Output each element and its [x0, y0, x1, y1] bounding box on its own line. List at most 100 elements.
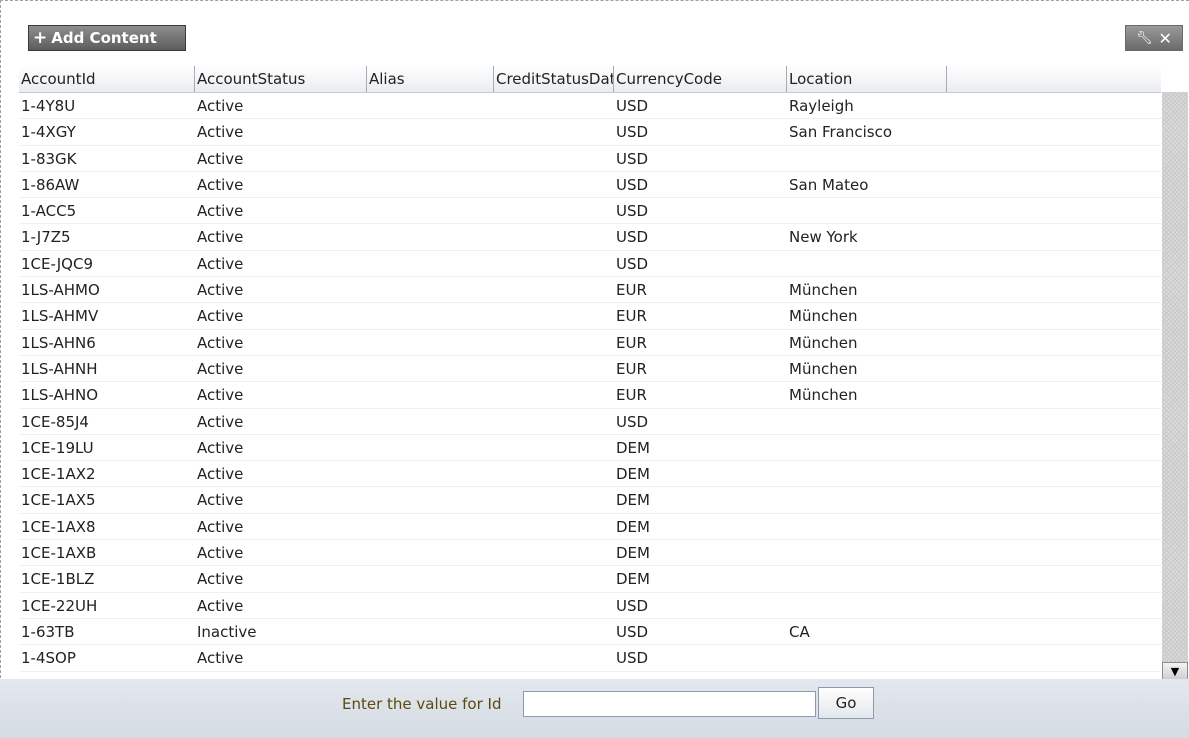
table-cell: 1-J7Z5 — [21, 228, 71, 247]
table-cell — [367, 435, 495, 460]
table-cell — [787, 645, 949, 670]
table-cell — [947, 119, 1163, 144]
table-cell — [787, 487, 949, 512]
table-cell: USD — [616, 649, 649, 668]
table-cell — [494, 356, 616, 381]
table-cell: USD — [616, 202, 649, 221]
table-row[interactable]: 1LS-AHMV Active EUR München — [19, 303, 1161, 330]
table-row[interactable]: 1CE-1AX5 Active DEM — [19, 487, 1163, 514]
table-cell — [947, 251, 1163, 276]
table-cell: Active — [197, 465, 244, 484]
table-row[interactable]: 1CE-22UH Active USD — [19, 593, 1161, 619]
table-cell: DEM — [616, 465, 650, 484]
column-header-creditstatusdate[interactable]: CreditStatusDate — [494, 66, 614, 92]
table-row[interactable]: 1-4XGY Active USD San Francisco — [19, 119, 1163, 146]
arrow-down-icon[interactable]: ▼ — [1162, 662, 1188, 680]
table-cell — [367, 619, 495, 644]
table-cell — [494, 593, 616, 618]
vertical-scrollbar[interactable] — [1162, 92, 1188, 674]
table-cell — [367, 119, 495, 144]
table-cell: Active — [197, 596, 244, 615]
table-cell: EUR — [616, 386, 647, 405]
table-cell — [494, 303, 616, 328]
table-row[interactable]: 1LS-AHNO Active EUR München — [19, 382, 1161, 409]
table-row[interactable]: 1-ACC5 Active USD — [19, 198, 1161, 225]
table-cell: 1CE-19LU — [21, 438, 94, 457]
table-cell: Active — [197, 123, 244, 142]
table-cell: Active — [197, 202, 244, 221]
id-input[interactable] — [523, 691, 816, 717]
wrench-icon[interactable]: 🔧︎ — [1136, 31, 1153, 46]
table-cell: 1CE-1AX2 — [21, 465, 96, 484]
table-cell — [787, 514, 949, 539]
table-cell: Active — [197, 333, 244, 352]
table-row[interactable]: 1CE-85J4 Active USD — [19, 409, 1161, 435]
table-row[interactable]: 1LS-AHMO Active EUR München — [19, 277, 1163, 304]
table-cell: 1-4XGY — [21, 123, 76, 142]
table-row[interactable]: 1CE-1AX8 Active DEM — [19, 514, 1161, 541]
column-header-location[interactable]: Location — [787, 66, 947, 92]
table-row[interactable]: 1-86AW Active USD San Mateo — [19, 172, 1161, 199]
table-cell: Active — [197, 517, 244, 536]
table-cell: DEM — [616, 517, 650, 536]
table-cell: Active — [197, 544, 244, 563]
table-cell — [494, 251, 616, 276]
column-header-filler — [947, 66, 1161, 92]
table-cell: 1CE-85J4 — [21, 412, 89, 431]
table-cell — [494, 514, 616, 539]
table-cell: Active — [197, 438, 244, 457]
table-row[interactable]: 1-4SOP Active USD — [19, 645, 1161, 672]
table-cell — [787, 461, 949, 486]
table-row[interactable]: 1LS-AHN6 Active EUR München — [19, 330, 1161, 356]
column-header-accountid[interactable]: AccountId — [19, 66, 195, 92]
table-cell: Active — [197, 386, 244, 405]
table-cell: 1-83GK — [21, 149, 77, 168]
table-cell — [367, 461, 495, 486]
table-row[interactable]: 1CE-1AXB Active DEM — [19, 540, 1161, 567]
table-row[interactable]: 1-63TB Inactive USD CA — [19, 619, 1161, 646]
table-cell — [494, 277, 616, 302]
go-button[interactable]: Go — [818, 687, 874, 719]
table-cell: 1LS-AHNO — [21, 386, 99, 405]
table-cell — [367, 382, 495, 407]
table-row[interactable]: 1LS-AHNH Active EUR München — [19, 356, 1161, 383]
table-cell: München — [789, 359, 858, 378]
table-cell: USD — [616, 622, 649, 641]
table-row[interactable]: 1CE-1AX2 Active DEM — [19, 461, 1161, 488]
table-row[interactable]: 1-4Y8U Active USD Rayleigh — [19, 93, 1161, 120]
table-cell — [947, 277, 1163, 302]
table-cell — [494, 119, 616, 144]
table-cell — [787, 435, 949, 460]
table-row[interactable]: 1CE-19LU Active DEM — [19, 435, 1163, 462]
table-cell — [367, 514, 495, 539]
close-icon[interactable]: ✕ — [1159, 29, 1172, 48]
table-row[interactable]: 1CE-JQC9 Active USD — [19, 251, 1163, 278]
column-header-currencycode[interactable]: CurrencyCode — [614, 66, 787, 92]
table-cell — [367, 593, 495, 618]
table-header: AccountId AccountStatus Alias CreditStat… — [19, 66, 1161, 93]
column-header-accountstatus[interactable]: AccountStatus — [195, 66, 367, 92]
table-cell — [947, 435, 1163, 460]
table-cell: USD — [616, 596, 649, 615]
column-header-alias[interactable]: Alias — [367, 66, 494, 92]
table-cell: München — [789, 281, 858, 300]
table-cell: Active — [197, 491, 244, 510]
table-cell: Inactive — [197, 622, 257, 641]
table-cell: München — [789, 333, 858, 352]
table-row[interactable]: 1CE-1BLZ Active DEM — [19, 566, 1161, 593]
table-cell: 1CE-1AX5 — [21, 491, 96, 510]
table-cell: 1-4SOP — [21, 649, 76, 668]
table-row[interactable]: 1-83GK Active USD — [19, 146, 1161, 172]
table-cell — [787, 146, 949, 171]
table-cell — [494, 566, 616, 591]
table-row[interactable]: 1-J7Z5 Active USD New York — [19, 224, 1161, 251]
table-cell — [494, 540, 616, 565]
table-cell — [494, 382, 616, 407]
table-cell — [367, 93, 495, 118]
table-cell — [787, 593, 949, 618]
add-content-button[interactable]: + Add Content — [28, 25, 186, 51]
table-cell — [947, 487, 1163, 512]
table-cell: 1LS-AHNH — [21, 359, 98, 378]
table-cell: 1CE-1AX8 — [21, 517, 96, 536]
table-cell: 1LS-AHMO — [21, 281, 100, 300]
